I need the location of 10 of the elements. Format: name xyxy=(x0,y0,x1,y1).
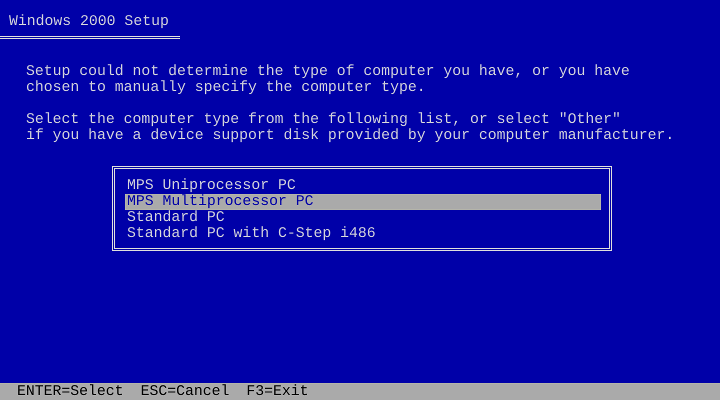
list-item[interactable]: MPS Uniprocessor PC xyxy=(125,178,601,194)
instruction-text: Setup could not determine the type of computer you have, or you have chosen to manually specify the computer type. xyxy=(25,64,630,96)
list-item[interactable]: Standard PC with C-Step i486 xyxy=(125,226,601,242)
key-hint: ENTER=Select xyxy=(17,384,124,400)
window-title: Windows 2000 Setup xyxy=(8,14,169,30)
list-item[interactable]: Standard PC xyxy=(125,210,601,226)
key-hint: ESC=Cancel xyxy=(140,384,230,400)
list-item[interactable]: MPS Multiprocessor PC xyxy=(125,194,601,210)
key-hint: F3=Exit xyxy=(246,384,309,400)
instruction-text: Select the computer type from the following list, or select "Other" if you have a device support disk provided by your computer manufacturer. xyxy=(25,112,674,144)
